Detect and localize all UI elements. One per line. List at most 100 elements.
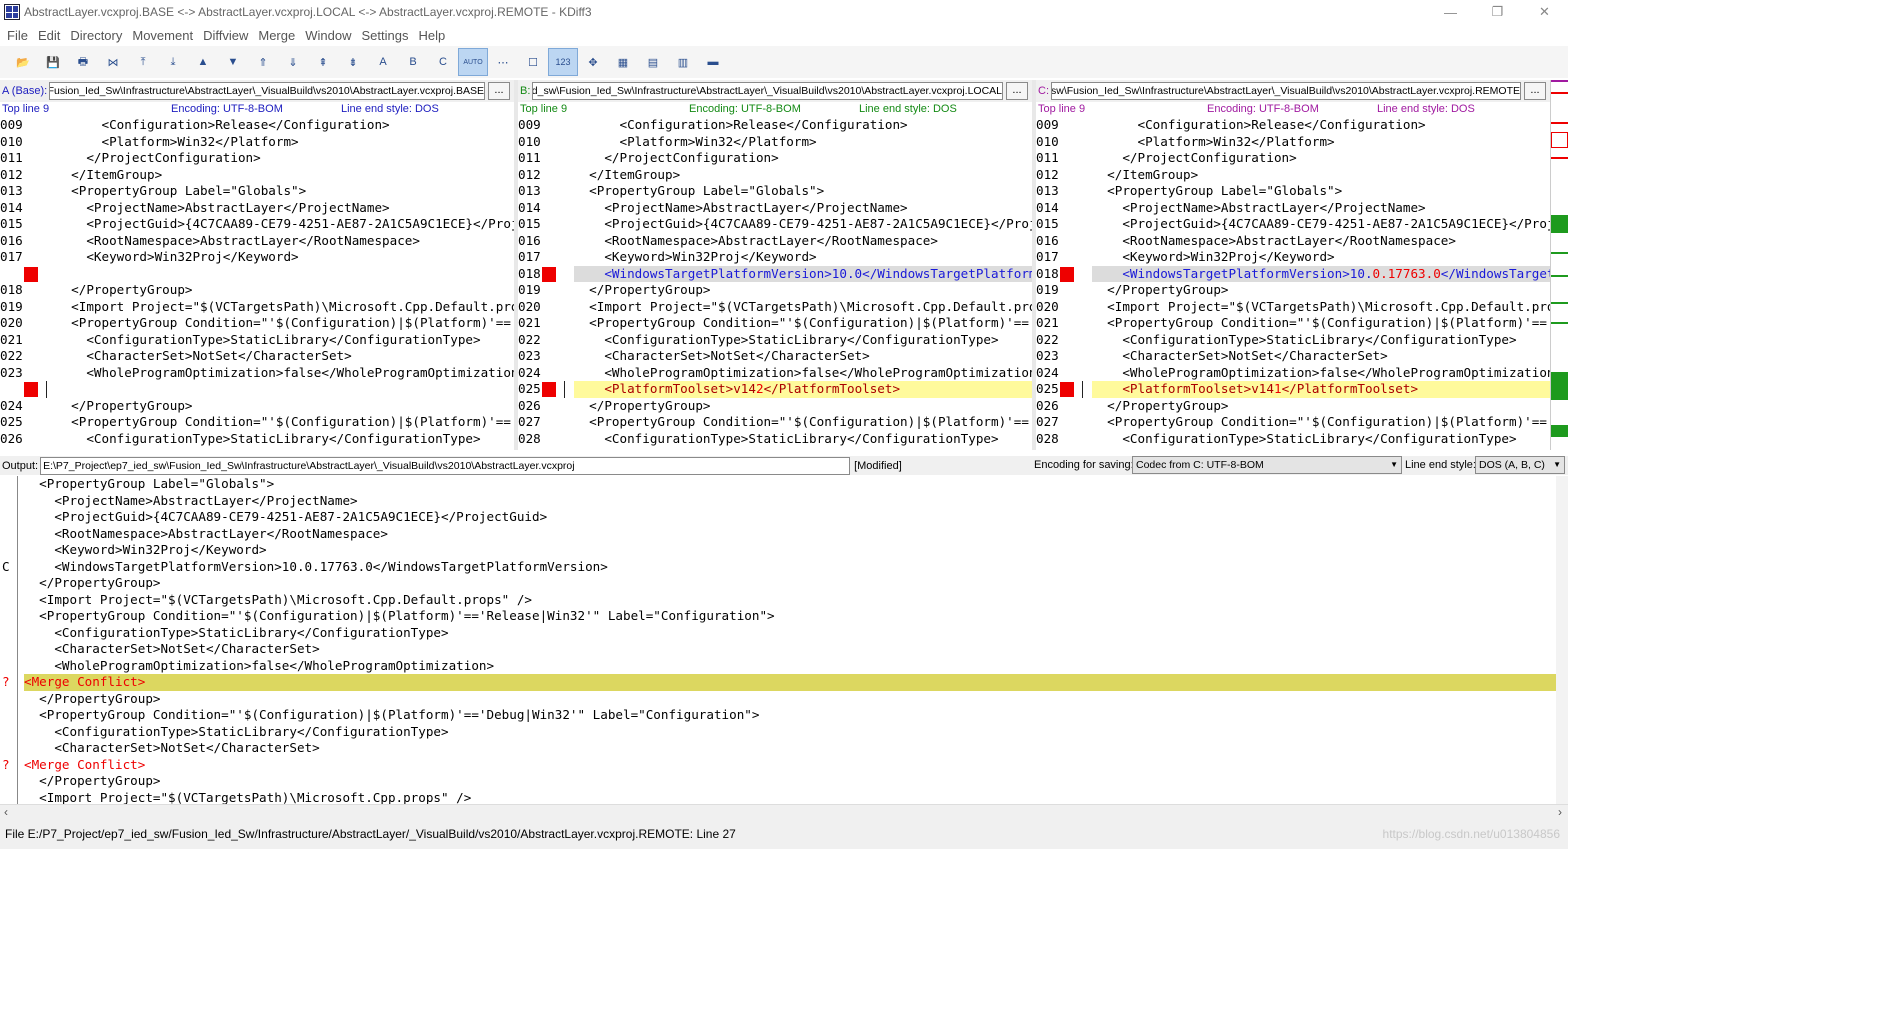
- line-text: </PropertyGroup>: [574, 397, 711, 413]
- line-number: 025: [0, 414, 23, 429]
- goto-prev-unsolved-conflict-button[interactable]: ⇞: [308, 48, 338, 76]
- pane-a-path-field[interactable]: E:\P7_Project\ep7_ied_sw\Fusion_Ied_Sw\I…: [49, 82, 485, 100]
- select-a-button[interactable]: A: [368, 48, 398, 76]
- menu-settings[interactable]: Settings: [356, 28, 413, 43]
- watermark: https://blog.csdn.net/u013804856: [1382, 827, 1560, 841]
- auto-advance-button[interactable]: AUTO: [458, 48, 488, 76]
- code-line: [0, 266, 514, 283]
- line-number: 019: [1036, 282, 1059, 297]
- encoding-label: Encoding: UTF-8-BOM: [1207, 103, 1319, 115]
- pane-c-code[interactable]: 009 <Configuration>Release</Configuratio…: [1036, 117, 1550, 447]
- line-number: 015: [1036, 216, 1059, 231]
- goto-current-delta-button[interactable]: ⋈: [98, 48, 128, 76]
- line-text-post: </WindowsTargetPlatformVersion>: [1440, 265, 1550, 281]
- merge-line-bar: [17, 740, 18, 757]
- diff-pane-c[interactable]: C:E:\P7_Project\ep7_ied_sw\Fusion_Ied_Sw…: [1036, 80, 1550, 450]
- merge-line-text: <ProjectGuid>{4C7CAA89-CE79-4251-AE87-2A…: [24, 509, 548, 524]
- pane-a-code[interactable]: 009 <Configuration>Release</Configuratio…: [0, 117, 514, 447]
- code-line: 022 <ConfigurationType>StaticLibrary</Co…: [518, 332, 1032, 349]
- line-text: </PropertyGroup>: [56, 397, 193, 413]
- select-b-button[interactable]: B: [398, 48, 428, 76]
- merge-line-text: <PropertyGroup Condition="'$(Configurati…: [24, 707, 760, 722]
- pane-b-path-field[interactable]: E:\P7_Project\ep7_ied_sw\Fusion_Ied_Sw\I…: [532, 82, 1003, 100]
- close-button[interactable]: ✕: [1521, 0, 1568, 24]
- save-button[interactable]: 💾: [38, 48, 68, 76]
- line-number: 022: [518, 331, 541, 347]
- code-line: 023 <WholeProgramOptimization>false</Who…: [0, 365, 514, 382]
- pane-a-browse-button[interactable]: ...: [488, 82, 510, 100]
- line-text: <WindowsTargetPlatformVersion>10.0</Wind…: [574, 265, 1032, 282]
- line-text: <Keyword>Win32Proj</Keyword>: [56, 249, 299, 264]
- merge-source-symbol: ?: [2, 674, 10, 689]
- horizontal-scrollbar[interactable]: ‹ ›: [0, 804, 1568, 820]
- code-line: 014 <ProjectName>AbstractLayer</ProjectN…: [0, 200, 514, 217]
- code-line: 021 <ConfigurationType>StaticLibrary</Co…: [0, 332, 514, 349]
- merge-line-text: </PropertyGroup>: [24, 773, 161, 788]
- choose-window-button[interactable]: ✥: [578, 48, 608, 76]
- menu-merge[interactable]: Merge: [253, 28, 300, 43]
- encoding-select[interactable]: Codec from C: UTF-8-BOM ▼: [1132, 456, 1402, 474]
- window-a-button[interactable]: ▥: [668, 48, 698, 76]
- show-line-numbers-button[interactable]: 123: [548, 48, 578, 76]
- menu-edit[interactable]: Edit: [33, 28, 65, 43]
- code-line: 027 <PropertyGroup Condition="'$(Configu…: [518, 414, 1032, 431]
- code-line: 012 </ItemGroup>: [518, 167, 1032, 184]
- overview-button[interactable]: ▬: [698, 48, 728, 76]
- show-whitespace-button[interactable]: ⋯: [488, 48, 518, 76]
- line-number: 009: [0, 117, 23, 132]
- toggle-split-orientation-button[interactable]: ▤: [638, 48, 668, 76]
- pane-c-browse-button[interactable]: ...: [1524, 82, 1546, 100]
- merge-line-bar: [17, 558, 18, 575]
- merge-line-text: <ConfigurationType>StaticLibrary</Config…: [24, 723, 449, 739]
- minimize-button[interactable]: —: [1427, 0, 1474, 24]
- menu-window[interactable]: Window: [300, 28, 356, 43]
- code-line: 009 <Configuration>Release</Configuratio…: [0, 117, 514, 134]
- line-number: 023: [518, 348, 541, 363]
- merge-output-pane[interactable]: <PropertyGroup Label="Globals"> <Project…: [0, 476, 1568, 804]
- menu-diffview[interactable]: Diffview: [198, 28, 253, 43]
- menu-file[interactable]: File: [2, 28, 33, 43]
- modified-indicator: [Modified]: [854, 459, 902, 472]
- pane-c-path-field[interactable]: E:\P7_Project\ep7_ied_sw\Fusion_Ied_Sw\I…: [1051, 82, 1521, 100]
- maximize-button[interactable]: ❐: [1474, 0, 1521, 24]
- encoding-label: Encoding: UTF-8-BOM: [171, 103, 283, 115]
- select-c-button[interactable]: C: [428, 48, 458, 76]
- output-path-field[interactable]: E:\P7_Project\ep7_ied_sw\Fusion_Ied_Sw\I…: [40, 456, 851, 475]
- goto-last-delta-button[interactable]: ⤓: [158, 48, 188, 76]
- print-button[interactable]: 🖶: [68, 48, 98, 76]
- goto-next-unsolved-conflict-button[interactable]: ⇟: [338, 48, 368, 76]
- diff-overview-bar[interactable]: [1550, 80, 1568, 450]
- line-text: <Configuration>Release</Configuration>: [1092, 117, 1426, 132]
- pane-b-browse-button[interactable]: ...: [1006, 82, 1028, 100]
- cursor-bar: [1082, 381, 1083, 398]
- line-number: 017: [1036, 249, 1059, 264]
- split-window-button[interactable]: ▦: [608, 48, 638, 76]
- goto-next-delta-button[interactable]: ▼: [218, 48, 248, 76]
- open-button[interactable]: 📂: [8, 48, 38, 76]
- goto-prev-conflict-button[interactable]: ⇑: [248, 48, 278, 76]
- scroll-left-arrow-icon[interactable]: ‹: [4, 805, 8, 819]
- pane-a-info: Top line 9 Encoding: UTF-8-BOM Line end st…: [0, 102, 514, 117]
- goto-next-conflict-button[interactable]: ⇓: [278, 48, 308, 76]
- line-end-style-select[interactable]: DOS (A, B, C) ▼: [1475, 456, 1565, 474]
- choose-window-icon: ✥: [588, 56, 598, 69]
- show-white-space-characters-button[interactable]: ☐: [518, 48, 548, 76]
- merge-vertical-scrollbar[interactable]: [1556, 476, 1568, 804]
- goto-first-delta-button[interactable]: ⤒: [128, 48, 158, 76]
- line-text: <PropertyGroup Label="Globals">: [1092, 183, 1343, 198]
- pane-b-code[interactable]: 009 <Configuration>Release</Configuratio…: [518, 117, 1032, 447]
- menu-directory[interactable]: Directory: [65, 28, 127, 43]
- select-b-icon: B: [409, 56, 417, 68]
- diff-pane-b[interactable]: B:E:\P7_Project\ep7_ied_sw\Fusion_Ied_Sw…: [518, 80, 1032, 450]
- merge-line-bar: [17, 657, 18, 674]
- line-number: 015: [518, 216, 541, 231]
- diff-pane-a[interactable]: A (Base):E:\P7_Project\ep7_ied_sw\Fusion…: [0, 80, 514, 450]
- menu-movement[interactable]: Movement: [127, 28, 198, 43]
- code-line: 011 </ProjectConfiguration>: [518, 150, 1032, 167]
- goto-prev-delta-icon: ▲: [197, 56, 209, 68]
- line-number: 023: [0, 364, 23, 380]
- overview-mark: [1551, 302, 1568, 304]
- scroll-right-arrow-icon[interactable]: ›: [1558, 805, 1562, 819]
- goto-prev-delta-button[interactable]: ▲: [188, 48, 218, 76]
- menu-help[interactable]: Help: [413, 28, 450, 43]
